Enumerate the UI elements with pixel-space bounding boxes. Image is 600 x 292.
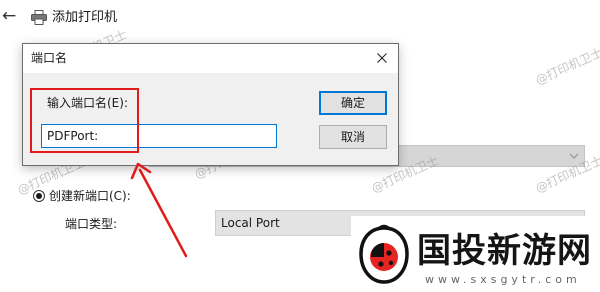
site-logo: 国投新游网 www.sxsgytr.com <box>351 216 591 292</box>
dialog-title: 端口名 <box>31 51 68 65</box>
radio-selected-icon[interactable] <box>33 190 45 202</box>
wizard-title: 添加打印机 <box>52 10 118 25</box>
watermark: @打印机卫士 <box>533 45 600 88</box>
create-new-port-label: 创建新端口(C): <box>49 189 131 203</box>
port-name-input[interactable] <box>41 124 277 148</box>
port-name-label: 输入端口名(E): <box>47 96 128 110</box>
close-button[interactable] <box>370 47 394 69</box>
back-arrow-icon[interactable]: ← <box>2 6 20 26</box>
logo-brand-text: 国投新游网 <box>417 231 592 271</box>
annotation-arrow-icon <box>130 162 188 258</box>
chevron-down-icon <box>569 153 579 159</box>
screenshot-page: ← 添加打印机 创建新端口(C): 端口类型: Local Port @打印机卫… <box>0 0 600 292</box>
cancel-button[interactable]: 取消 <box>319 125 387 149</box>
printer-icon <box>31 10 47 25</box>
dialog-titlebar: 端口名 <box>23 44 398 73</box>
port-type-label: 端口类型: <box>65 217 118 231</box>
port-type-value: Local Port <box>221 216 280 230</box>
close-icon[interactable] <box>377 53 387 63</box>
port-name-dialog: 端口名 输入端口名(E): 确定 取消 <box>22 43 399 166</box>
logo-url: www.sxsgytr.com <box>425 273 581 286</box>
ok-button[interactable]: 确定 <box>319 91 387 115</box>
ladybug-logo-icon <box>359 224 409 284</box>
wizard-header: ← 添加打印机 <box>0 0 600 36</box>
